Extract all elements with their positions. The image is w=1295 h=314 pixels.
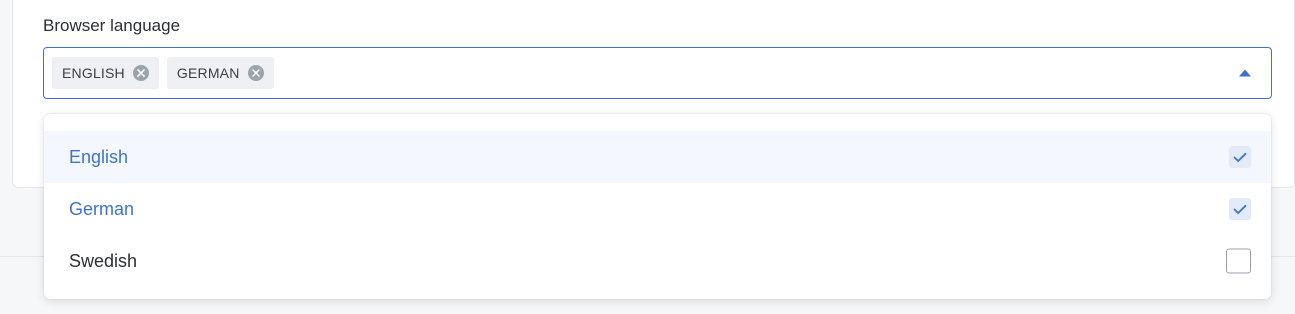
option-swedish[interactable]: Swedish	[44, 235, 1271, 287]
close-circle-icon[interactable]	[132, 65, 149, 81]
close-circle-icon[interactable]	[247, 65, 264, 81]
selected-chip-german: GERMAN	[166, 57, 274, 89]
selected-chip-english: ENGLISH	[52, 57, 159, 89]
field-label: Browser language	[43, 16, 181, 35]
option-english[interactable]: English	[44, 131, 1271, 183]
caret-up-icon[interactable]	[1239, 69, 1251, 77]
page: Browser language ENGLISH GERMAN English …	[0, 0, 1295, 314]
option-label: Swedish	[69, 250, 138, 271]
chip-label: ENGLISH	[62, 65, 125, 81]
option-label: English	[69, 146, 129, 167]
checkbox-unchecked[interactable]	[1226, 248, 1251, 274]
option-german[interactable]: German	[44, 183, 1271, 235]
chip-label: GERMAN	[176, 65, 240, 81]
option-label: German	[69, 198, 135, 219]
language-dropdown-menu: English German Swedish	[44, 114, 1271, 299]
checkbox-checked[interactable]	[1229, 198, 1251, 220]
checkmark-icon	[1233, 152, 1247, 162]
language-multiselect[interactable]: ENGLISH GERMAN	[43, 47, 1272, 99]
checkbox-checked[interactable]	[1229, 146, 1251, 168]
checkmark-icon	[1233, 204, 1247, 214]
